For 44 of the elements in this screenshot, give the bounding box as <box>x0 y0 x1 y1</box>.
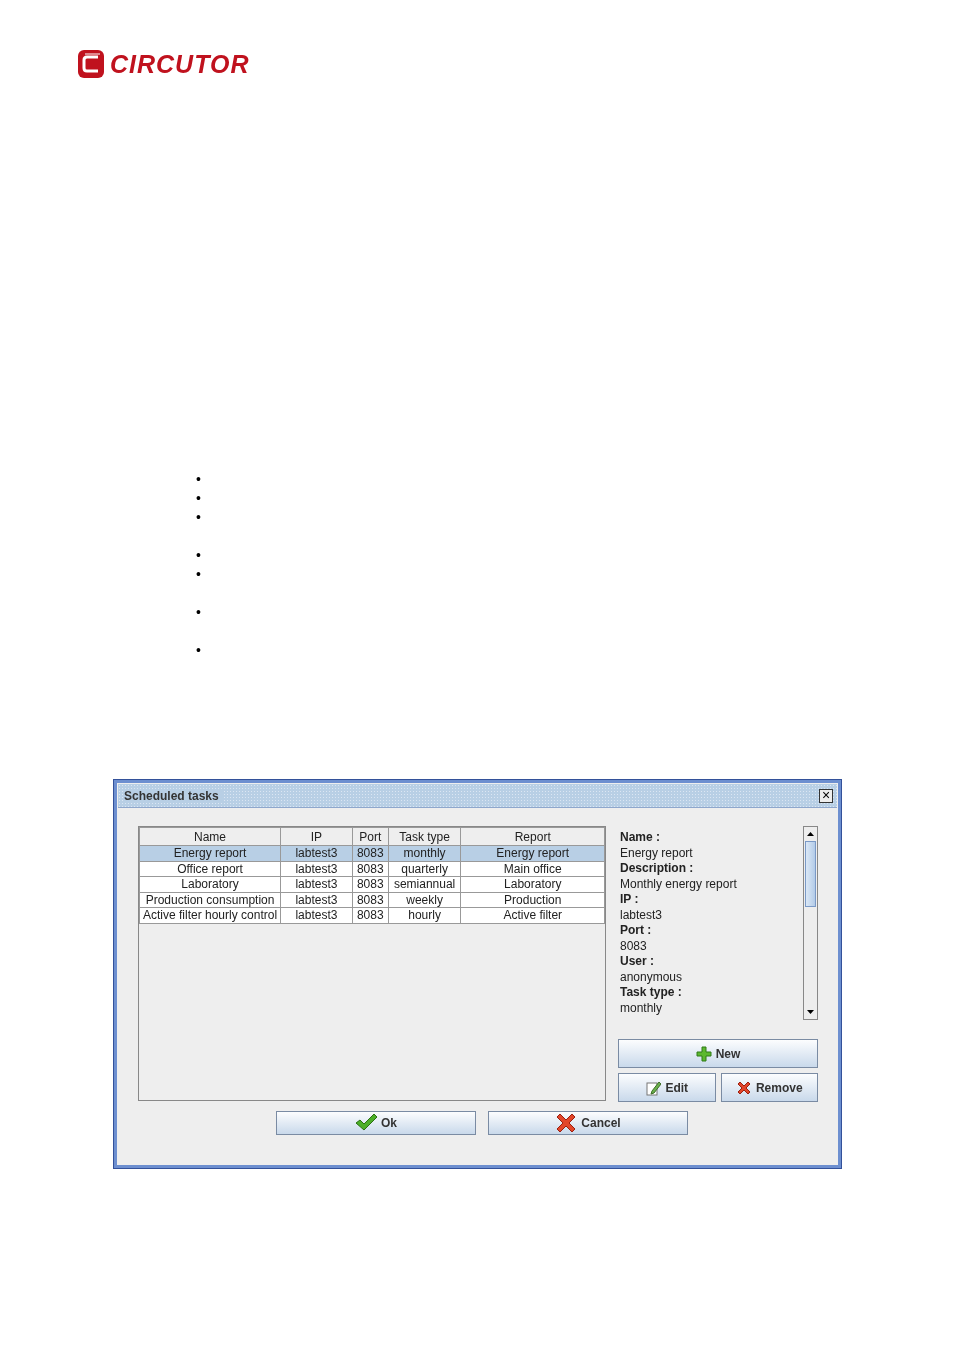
remove-button[interactable]: Remove <box>720 1073 818 1102</box>
detail-value: 8083 <box>620 938 648 954</box>
bullet-mark: • <box>196 603 202 622</box>
column-header[interactable]: Name <box>139 827 281 846</box>
logo-icon <box>76 48 106 80</box>
column-header[interactable]: Port <box>352 827 389 846</box>
detail-label: Task type : <box>620 985 683 1001</box>
cross-icon <box>555 1112 578 1134</box>
detail-label: Name : <box>620 830 661 846</box>
pencil-note-icon <box>645 1079 662 1096</box>
detail-value: labtest3 <box>620 907 664 923</box>
detail-label: IP : <box>620 892 640 908</box>
new-button[interactable]: New <box>618 1039 818 1068</box>
bullet-mark: • <box>196 641 202 660</box>
table-row[interactable]: Office report labtest3 8083 quarterly Main office <box>139 861 605 877</box>
detail-label: Description : <box>620 861 695 877</box>
detail-label: Port : <box>620 923 653 939</box>
scrollbar[interactable] <box>803 826 818 1020</box>
detail-value: monthly <box>620 1000 664 1016</box>
table-row[interactable]: Energy report labtest3 8083 monthly Energy report <box>139 845 605 861</box>
ok-button[interactable]: Ok <box>276 1111 476 1135</box>
table-row[interactable]: Laboratory labtest3 8083 semiannual Laboratory <box>139 876 605 892</box>
column-header[interactable]: IP <box>280 827 353 846</box>
detail-value: Monthly energy report <box>620 876 738 892</box>
logo-text: CIRCUTOR <box>110 49 250 79</box>
bullet-mark: • <box>196 546 202 565</box>
bullet-mark: • <box>196 489 202 508</box>
edit-button[interactable]: Edit <box>618 1073 716 1102</box>
close-button[interactable]: × <box>819 788 833 803</box>
column-header[interactable]: Report <box>460 827 605 846</box>
plus-icon <box>695 1045 712 1062</box>
table-row[interactable]: Active filter hourly control labtest3 8083 hourly Active filter <box>139 907 605 923</box>
detail-label: User : <box>620 954 655 970</box>
cancel-button[interactable]: Cancel <box>488 1111 688 1135</box>
bullet-mark: • <box>196 565 202 584</box>
bullet-mark: • <box>196 508 202 527</box>
detail-value: Energy report <box>620 845 694 861</box>
window-title: Scheduled tasks <box>124 788 223 803</box>
detail-value: anonymous <box>620 969 684 985</box>
scroll-thumb[interactable] <box>805 841 816 907</box>
bullet-mark: • <box>196 470 202 489</box>
table-row[interactable]: Production consumption labtest3 8083 weekly Production <box>139 892 605 908</box>
cross-icon <box>735 1079 752 1096</box>
column-header[interactable]: Task type <box>388 827 461 846</box>
